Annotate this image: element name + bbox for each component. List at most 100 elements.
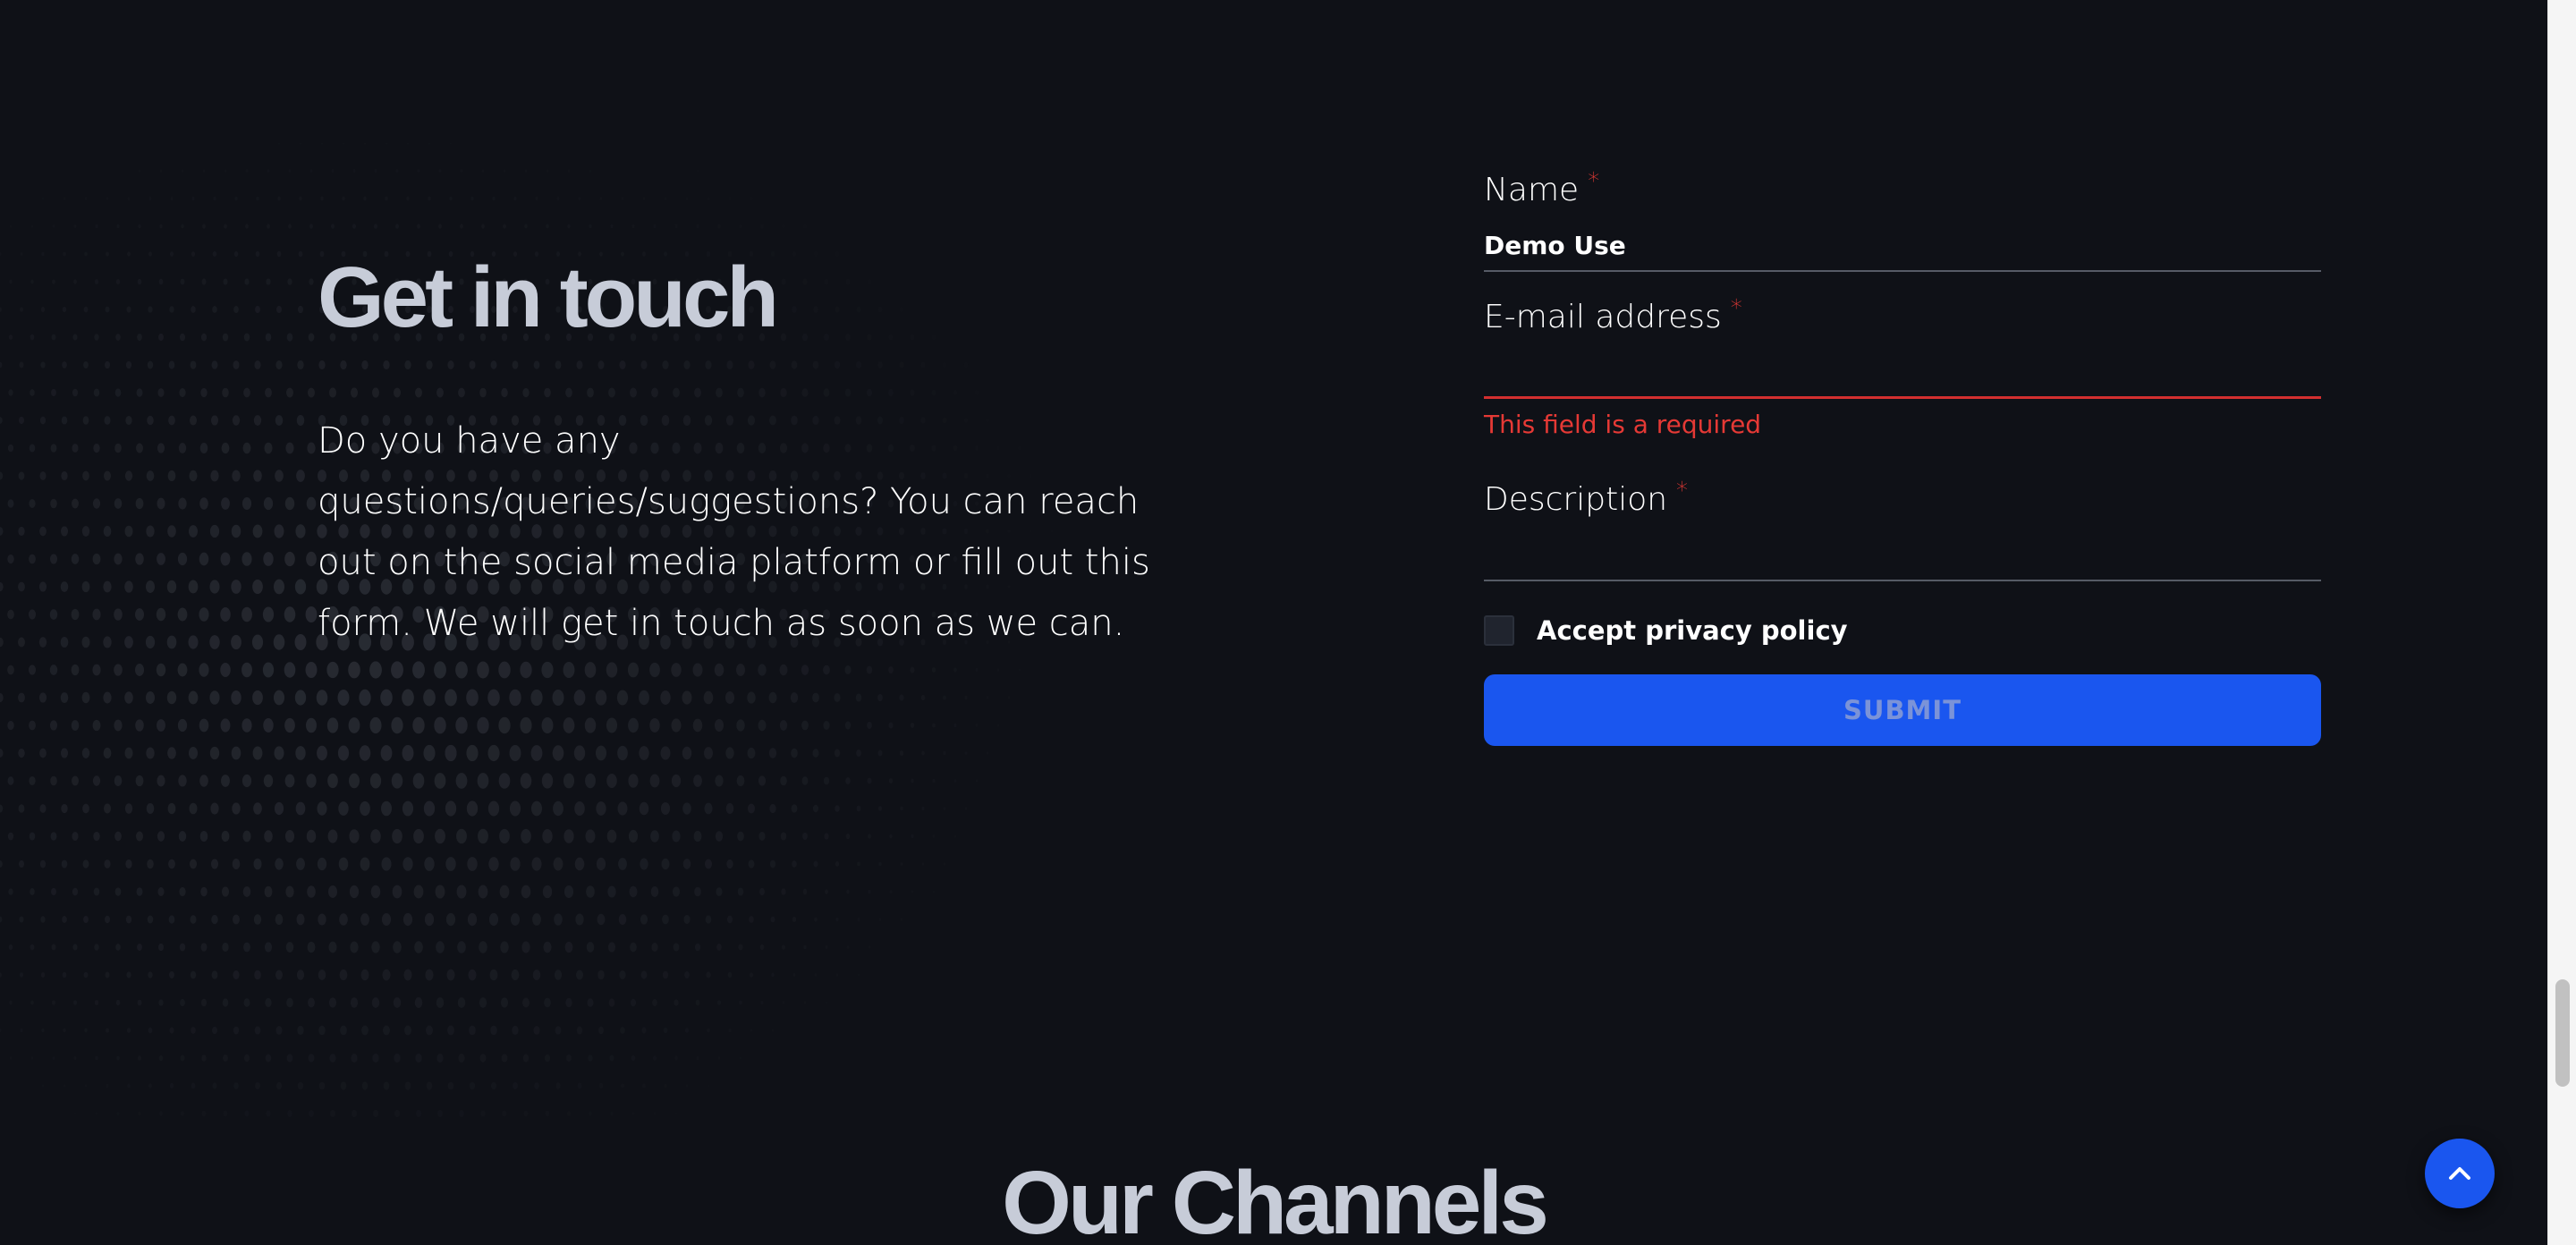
decorative-dot [137, 1055, 142, 1061]
decorative-dot [791, 804, 798, 813]
contact-intro-text: Do you have any questions/queries/sugges… [318, 420, 1150, 644]
decorative-dot [308, 387, 315, 398]
decorative-dot [352, 224, 357, 229]
decorative-dot [606, 829, 617, 843]
decorative-dot [243, 1054, 250, 1063]
name-input[interactable] [1484, 220, 2321, 272]
decorative-dot [391, 716, 403, 734]
decorative-dot [93, 831, 100, 842]
decorative-dot [467, 857, 478, 871]
decorative-dot [178, 497, 187, 510]
decorative-dot [414, 941, 423, 953]
decorative-dot [589, 1111, 592, 1115]
decorative-dot [521, 828, 531, 844]
decorative-dot [910, 666, 915, 673]
decorative-dot [394, 1109, 401, 1118]
decorative-dot [188, 635, 199, 649]
decorative-dot [815, 973, 818, 977]
decorative-dot [115, 999, 121, 1006]
decorative-dot [673, 943, 680, 952]
decorative-dot [72, 444, 79, 453]
decorative-dot [459, 1110, 464, 1117]
decorative-dot [953, 723, 957, 728]
decorative-dot [694, 943, 701, 952]
decorative-dot [478, 885, 488, 899]
decorative-dot [233, 250, 239, 258]
decorative-dot [714, 719, 724, 732]
decorative-dot [423, 800, 436, 817]
decorative-dot [85, 197, 87, 199]
decorative-dot [274, 524, 284, 538]
decorative-dot [294, 690, 307, 706]
decorative-dot [552, 689, 564, 707]
decorative-dot [0, 637, 4, 648]
scroll-to-top-button[interactable] [2425, 1139, 2495, 1208]
decorative-dot [792, 860, 797, 868]
required-asterisk: * [1588, 168, 1600, 195]
decorative-dot [715, 775, 724, 787]
decorative-dot [553, 857, 564, 871]
decorative-dot [522, 1054, 530, 1063]
decorative-dot [242, 552, 252, 566]
decorative-dot [326, 717, 339, 733]
description-input[interactable] [1484, 529, 2321, 581]
decorative-dot [71, 720, 80, 731]
submit-button[interactable]: SUBMIT [1484, 674, 2321, 746]
decorative-dot [331, 169, 335, 173]
decorative-dot [83, 360, 89, 369]
decorative-dot [265, 997, 272, 1008]
decorative-dot [568, 169, 570, 172]
decorative-dot [94, 1000, 99, 1005]
decorative-dot [253, 802, 262, 815]
decorative-dot [244, 278, 250, 285]
decorative-dot [760, 224, 764, 228]
decorative-dot [693, 830, 702, 843]
privacy-policy-label[interactable]: Accept privacy policy [1537, 615, 1848, 646]
vertical-scrollbar[interactable] [2547, 0, 2576, 1245]
decorative-dot [824, 833, 829, 840]
decorative-dot [60, 636, 69, 648]
privacy-checkbox[interactable] [1484, 615, 1514, 646]
decorative-dot [251, 634, 264, 650]
decorative-dot [92, 719, 101, 732]
decorative-dot [649, 662, 660, 678]
decorative-dot [364, 143, 366, 144]
decorative-dot [306, 496, 317, 511]
email-input[interactable] [1484, 347, 2321, 399]
decorative-dot [566, 1054, 572, 1063]
decorative-dot [178, 775, 187, 787]
decorative-dot [328, 941, 337, 953]
decorative-dot [276, 305, 282, 314]
decorative-dot [72, 334, 78, 341]
decorative-dot [252, 524, 263, 538]
decorative-dot [221, 442, 230, 454]
decorative-dot [394, 224, 400, 229]
decorative-dot [124, 580, 133, 593]
decorative-dot [72, 279, 78, 284]
decorative-dot [242, 830, 251, 843]
decorative-dot [543, 941, 552, 953]
decorative-dot [0, 692, 4, 703]
decorative-dot [694, 886, 701, 897]
decorative-dot [340, 1025, 347, 1036]
decorative-dot [510, 913, 521, 926]
decorative-dot [210, 415, 219, 426]
decorative-dot [359, 745, 371, 761]
decorative-dot [199, 552, 209, 566]
decorative-dot [191, 306, 196, 313]
decorative-dot [297, 305, 304, 314]
decorative-dot [524, 224, 528, 229]
decorative-dot [82, 803, 89, 814]
decorative-dot [675, 1112, 677, 1114]
decorative-dot [835, 805, 840, 812]
scrollbar-thumb[interactable] [2555, 979, 2570, 1087]
decorative-dot [760, 1000, 764, 1005]
decorative-dot [415, 1053, 422, 1063]
decorative-dot [479, 941, 487, 953]
decorative-dot [264, 885, 273, 898]
decorative-dot [275, 415, 284, 426]
decorative-dot [295, 801, 306, 816]
decorative-dot [114, 498, 123, 509]
decorative-dot [553, 800, 564, 817]
decorative-dot [275, 470, 284, 482]
